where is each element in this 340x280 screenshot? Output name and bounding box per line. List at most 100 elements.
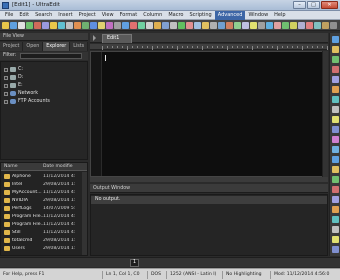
toolbar-replace-icon[interactable] <box>82 22 89 29</box>
side-tool-16-icon[interactable] <box>332 186 339 193</box>
toolbar-redo-icon[interactable] <box>66 22 73 29</box>
file-list-row[interactable]: MyAccount... 11/12/2014 4: <box>1 188 81 196</box>
toolbar-tool-34-icon[interactable] <box>266 22 273 29</box>
menu-column[interactable]: Column <box>140 11 165 20</box>
maximize-button[interactable]: □ <box>307 1 320 9</box>
expand-icon[interactable] <box>4 91 8 96</box>
toolbar-tool-41-icon[interactable] <box>322 22 329 29</box>
menu-insert[interactable]: Insert <box>55 11 75 20</box>
side-tool-15-icon[interactable] <box>332 176 339 183</box>
expand-icon[interactable] <box>4 67 8 72</box>
tree-item[interactable]: C: <box>4 66 23 73</box>
tab-edit1[interactable]: Edit1 <box>102 34 132 43</box>
side-tool-7-icon[interactable] <box>332 96 339 103</box>
filter-input[interactable] <box>20 53 82 59</box>
file-list-row[interactable]: NVIDIA 29/08/2014 1: <box>1 196 81 204</box>
toolbar-tool-42-icon[interactable] <box>330 22 337 29</box>
status-encoding[interactable]: 1252 (ANSI - Latin I) <box>170 269 216 280</box>
toolbar-undo-icon[interactable] <box>58 22 65 29</box>
menu-advanced[interactable]: Advanced <box>214 10 246 20</box>
toolbar-tool-40-icon[interactable] <box>314 22 321 29</box>
toolbar-open-icon[interactable] <box>10 22 17 29</box>
toolbar-save-all-icon[interactable] <box>26 22 33 29</box>
side-tool-1-icon[interactable] <box>332 36 339 43</box>
tree-item[interactable]: Network <box>4 90 38 97</box>
side-tool-4-icon[interactable] <box>332 66 339 73</box>
toolbar-tool-29-icon[interactable] <box>226 22 233 29</box>
toolbar-tool-15-icon[interactable] <box>114 22 121 29</box>
status-line-ending[interactable]: DOS <box>151 269 161 280</box>
toolbar-tool-16-icon[interactable] <box>122 22 129 29</box>
toolbar-tool-21-icon[interactable] <box>162 22 169 29</box>
file-list-row[interactable]: totalcmd 29/08/2014 1: <box>1 236 81 244</box>
side-tool-18-icon[interactable] <box>332 206 339 213</box>
toolbar-tool-31-icon[interactable] <box>242 22 249 29</box>
toolbar-tool-32-icon[interactable] <box>250 22 257 29</box>
tree-item[interactable]: E: <box>4 82 23 89</box>
file-list-row[interactable]: Program File... 11/12/2014 4: <box>1 220 81 228</box>
menu-project[interactable]: Project <box>76 11 99 20</box>
side-tool-20-icon[interactable] <box>332 226 339 233</box>
toolbar-tool-37-icon[interactable] <box>290 22 297 29</box>
menu-view[interactable]: View <box>99 11 117 20</box>
menu-help[interactable]: Help <box>271 11 288 20</box>
side-tool-14-icon[interactable] <box>332 166 339 173</box>
toolbar-tool-25-icon[interactable] <box>194 22 201 29</box>
toolbar-tool-38-icon[interactable] <box>298 22 305 29</box>
toolbar-tool-22-icon[interactable] <box>170 22 177 29</box>
toolbar-tool-28-icon[interactable] <box>218 22 225 29</box>
toolbar-tool-24-icon[interactable] <box>186 22 193 29</box>
menu-window[interactable]: Window <box>245 11 271 20</box>
menu-search[interactable]: Search <box>32 11 55 20</box>
menu-edit[interactable]: Edit <box>16 11 32 20</box>
editor-vertical-scrollbar[interactable] <box>322 51 328 177</box>
expand-icon[interactable] <box>4 83 8 88</box>
file-list-row[interactable]: Users 29/08/2014 1: <box>1 244 81 252</box>
toolbar-tool-39-icon[interactable] <box>306 22 313 29</box>
close-button[interactable]: ✕ <box>321 1 338 9</box>
tree-item[interactable]: D: <box>4 74 23 81</box>
file-list-row[interactable]: Still 11/12/2014 4: <box>1 228 81 236</box>
toolbar-tool-18-icon[interactable] <box>138 22 145 29</box>
tab-explorer[interactable]: Explorer <box>43 42 71 51</box>
toolbar-tool-14-icon[interactable] <box>106 22 113 29</box>
minimize-button[interactable]: – <box>293 1 306 9</box>
toolbar-cut-icon[interactable] <box>34 22 41 29</box>
status-highlighting[interactable]: No Highlighting <box>226 269 262 280</box>
toolbar-copy-icon[interactable] <box>42 22 49 29</box>
side-tool-8-icon[interactable] <box>332 106 339 113</box>
toolbar-tool-35-icon[interactable] <box>274 22 281 29</box>
toolbar-paste-icon[interactable] <box>50 22 57 29</box>
toolbar-tool-23-icon[interactable] <box>178 22 185 29</box>
tree-item[interactable]: FTP Accounts <box>4 98 50 105</box>
menu-format[interactable]: Format <box>117 11 141 20</box>
side-tool-17-icon[interactable] <box>332 196 339 203</box>
toolbar-tool-17-icon[interactable] <box>130 22 137 29</box>
file-list-row[interactable]: PerfLogs 14/07/2009 5: <box>1 204 81 212</box>
page-indicator[interactable]: 1 <box>130 259 139 267</box>
toolbar-tool-26-icon[interactable] <box>202 22 209 29</box>
toolbar-tool-19-icon[interactable] <box>146 22 153 29</box>
file-list-row[interactable]: Intel 29/08/2014 1: <box>1 180 81 188</box>
file-list-row[interactable]: Program File... 11/12/2014 4: <box>1 212 81 220</box>
side-tool-6-icon[interactable] <box>332 86 339 93</box>
file-list-row[interactable]: Alphone 11/12/2014 4: <box>1 172 81 180</box>
side-tool-21-icon[interactable] <box>332 236 339 243</box>
menu-scripting[interactable]: Scripting <box>187 11 215 20</box>
side-tool-13-icon[interactable] <box>332 156 339 163</box>
file-list-scrollbar[interactable] <box>82 172 87 255</box>
toolbar-tool-33-icon[interactable] <box>258 22 265 29</box>
column-date-header[interactable]: Date modifie <box>43 163 73 171</box>
tab-lists[interactable]: Lists <box>70 42 89 51</box>
expand-icon[interactable] <box>4 75 8 80</box>
side-tool-22-icon[interactable] <box>332 246 339 253</box>
side-tool-10-icon[interactable] <box>332 126 339 133</box>
tab-project[interactable]: Project <box>0 42 24 51</box>
toolbar-tool-36-icon[interactable] <box>282 22 289 29</box>
editor-horizontal-scrollbar[interactable] <box>90 177 328 182</box>
column-name-header[interactable]: Name <box>4 163 18 171</box>
side-tool-2-icon[interactable] <box>332 46 339 53</box>
side-tool-19-icon[interactable] <box>332 216 339 223</box>
side-tool-12-icon[interactable] <box>332 146 339 153</box>
expand-icon[interactable] <box>4 99 8 104</box>
